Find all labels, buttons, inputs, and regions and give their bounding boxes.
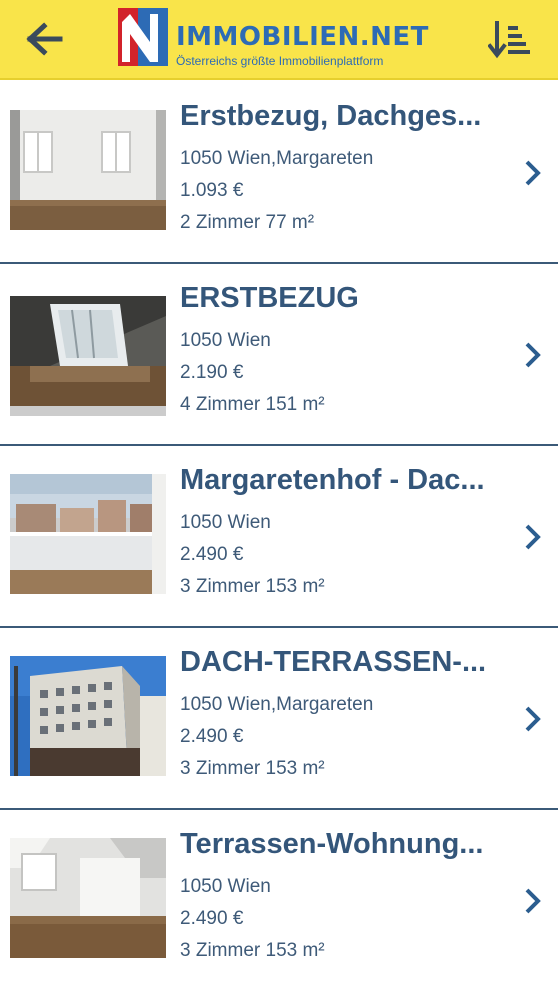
listing-item[interactable]: ERSTBEZUG 1050 Wien 2.190 € 4 Zimmer 151…: [0, 264, 558, 446]
listing-item[interactable]: DACH-TERRASSEN-... 1050 Wien,Margareten …: [0, 628, 558, 810]
logo-title: IMMOBILIEN.NET: [176, 22, 429, 52]
listing-photo: [10, 110, 166, 230]
listing-item[interactable]: Erstbezug, Dachges... 1050 Wien,Margaret…: [0, 82, 558, 264]
arrow-left-icon: [26, 22, 63, 56]
listing-details: 3 Zimmer 153 m²: [180, 940, 325, 961]
listing-details: 3 Zimmer 153 m²: [180, 758, 325, 779]
listing-location: 1050 Wien: [180, 512, 271, 533]
listing-title: Margaretenhof - Dac...: [180, 464, 485, 496]
back-button[interactable]: [26, 22, 66, 56]
sort-button[interactable]: [487, 20, 532, 60]
sort-descending-icon: [487, 21, 530, 59]
listing-title: ERSTBEZUG: [180, 282, 359, 314]
listing-photo: [10, 296, 166, 416]
logo-mark-icon: [118, 8, 168, 66]
logo: IMMOBILIEN.NET Österreichs größte Immobi…: [118, 8, 448, 70]
listing-title: DACH-TERRASSEN-...: [180, 646, 487, 678]
listing-title: Terrassen-Wohnung...: [180, 828, 484, 860]
listing-price: 2.490 €: [180, 726, 244, 747]
listing-location: 1050 Wien: [180, 876, 271, 897]
logo-tagline: Österreichs größte Immobilienplattform: [176, 54, 384, 68]
chevron-right-icon: [525, 888, 541, 914]
listing-item[interactable]: Margaretenhof - Dac... 1050 Wien 2.490 €…: [0, 446, 558, 628]
listing-details: 2 Zimmer 77 m²: [180, 212, 315, 233]
listing-location: 1050 Wien,Margareten: [180, 694, 374, 715]
listing-location: 1050 Wien,Margareten: [180, 148, 374, 169]
listing-price: 2.490 €: [180, 908, 244, 929]
listing-price: 1.093 €: [180, 180, 244, 201]
listing-price: 2.190 €: [180, 362, 244, 383]
listing-location: 1050 Wien: [180, 330, 271, 351]
listing-details: 3 Zimmer 153 m²: [180, 576, 325, 597]
listing-photo: [10, 474, 166, 594]
listing-price: 2.490 €: [180, 544, 244, 565]
chevron-right-icon: [525, 342, 541, 368]
app-header: IMMOBILIEN.NET Österreichs größte Immobi…: [0, 0, 558, 80]
listing-photo: [10, 838, 166, 958]
listing-photo: [10, 656, 166, 776]
chevron-right-icon: [525, 160, 541, 186]
chevron-right-icon: [525, 706, 541, 732]
chevron-right-icon: [525, 524, 541, 550]
listing-item[interactable]: Terrassen-Wohnung... 1050 Wien 2.490 € 3…: [0, 810, 558, 990]
listing-details: 4 Zimmer 151 m²: [180, 394, 325, 415]
listing-title: Erstbezug, Dachges...: [180, 100, 482, 132]
